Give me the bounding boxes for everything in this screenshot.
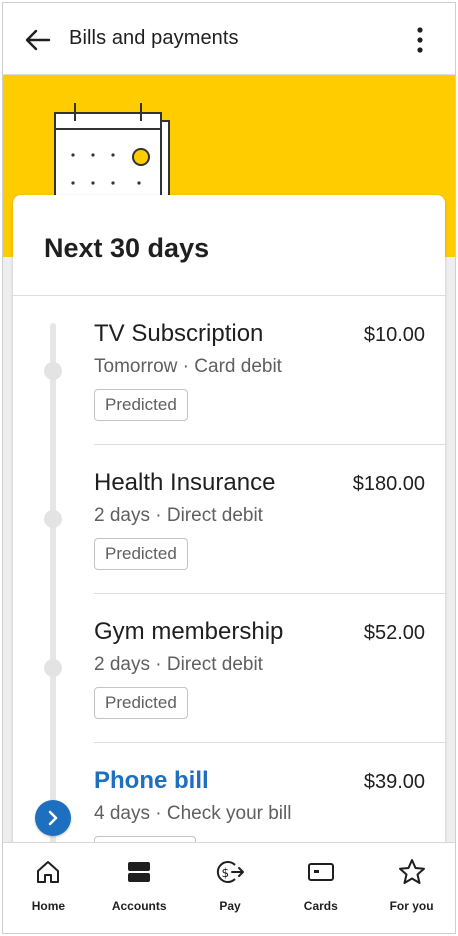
bill-name: TV Subscription (94, 320, 264, 347)
predicted-badge: Predicted (94, 538, 188, 570)
bill-item[interactable]: Health Insurance $180.00 2 days · Direct… (94, 445, 445, 593)
bill-amount: $180.00 (352, 473, 425, 495)
nav-item-for-you[interactable]: For you (366, 843, 455, 933)
home-icon (33, 857, 63, 887)
page-title: Bills and payments (69, 27, 239, 49)
bill-item[interactable]: TV Subscription $10.00 Tomorrow · Card d… (94, 296, 445, 444)
bill-name: Health Insurance (94, 469, 276, 496)
bill-name: Gym membership (94, 618, 284, 645)
timeline-line (50, 323, 56, 855)
cards-icon (306, 857, 336, 887)
svg-text:$: $ (221, 866, 229, 880)
bill-amount: $39.00 (363, 771, 425, 793)
predicted-badge: Predicted (94, 687, 188, 719)
arrow-left-icon (25, 29, 51, 51)
back-button[interactable] (21, 23, 55, 57)
nav-item-accounts[interactable]: Accounts (94, 843, 185, 933)
bill-meta: 2 days · Direct debit (94, 654, 263, 675)
expand-button[interactable] (35, 800, 71, 836)
more-options-button[interactable] (405, 21, 435, 59)
card-title: Next 30 days (44, 233, 210, 263)
upcoming-bills-card: Next 30 days TV Subscription $10.00 Tomo… (13, 195, 445, 855)
nav-item-pay[interactable]: $ Pay (185, 843, 276, 933)
bill-amount: $52.00 (363, 622, 425, 644)
timeline-dot (44, 659, 62, 677)
nav-label: Pay (219, 899, 241, 913)
bill-name-link[interactable]: Phone bill (94, 767, 209, 795)
app-bar: Bills and payments (3, 3, 455, 75)
bill-meta: 2 days · Direct debit (94, 505, 263, 526)
bill-meta: 4 days · Check your bill (94, 803, 292, 824)
accounts-icon (124, 857, 154, 887)
nav-label: Cards (303, 899, 338, 913)
bottom-navigation: Home Accounts $ Pay Cards For you (3, 842, 455, 933)
timeline-dot (44, 362, 62, 380)
timeline-dot (44, 510, 62, 528)
predicted-badge: Predicted (94, 389, 188, 421)
bill-meta: Tomorrow · Card debit (94, 356, 282, 377)
chevron-right-icon (48, 810, 58, 826)
pay-icon: $ (215, 857, 245, 887)
star-icon (397, 857, 427, 887)
more-vert-icon (417, 27, 423, 53)
app-screen: Bills and payments Next 30 days TV Subsc… (2, 2, 456, 934)
nav-label: For you (389, 899, 434, 913)
bill-amount: $10.00 (363, 324, 425, 346)
nav-label: Accounts (111, 899, 167, 913)
bill-item[interactable]: Gym membership $52.00 2 days · Direct de… (94, 594, 445, 742)
bill-item[interactable]: Phone bill $39.00 4 days · Check your bi… (94, 743, 445, 855)
nav-item-home[interactable]: Home (3, 843, 94, 933)
nav-label: Home (31, 899, 66, 913)
nav-item-cards[interactable]: Cards (275, 843, 366, 933)
